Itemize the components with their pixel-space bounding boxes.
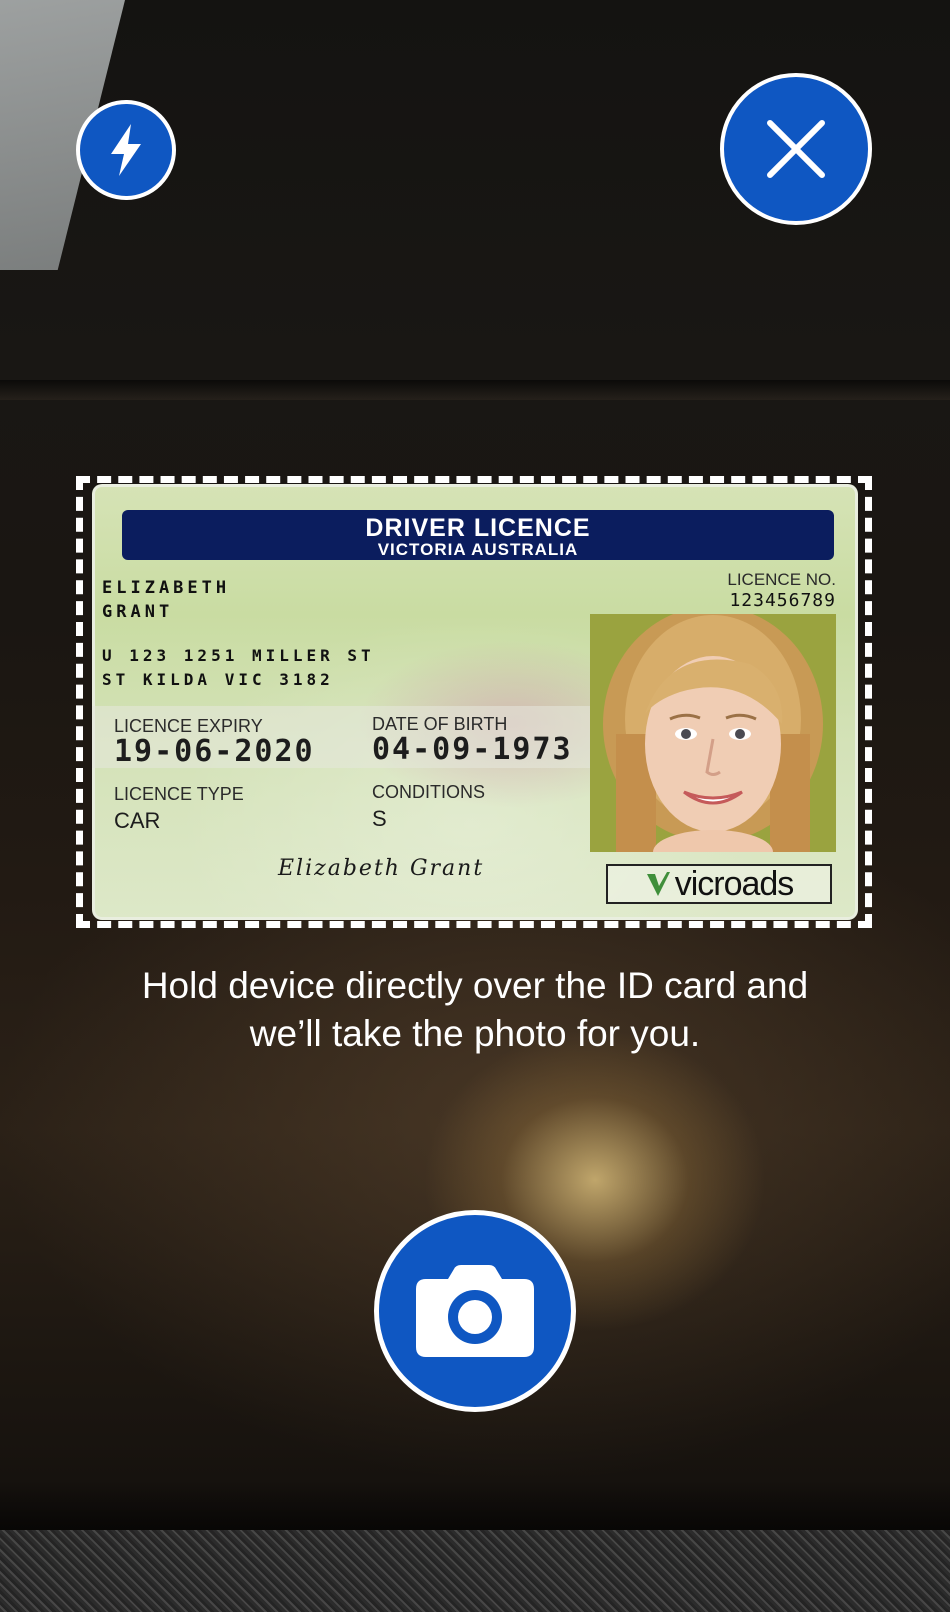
conditions-value: S: [372, 806, 387, 831]
holder-photo: [590, 614, 836, 852]
dob-value: 04-09-1973: [372, 732, 573, 767]
address-line-2: ST KILDA VIC 3182: [102, 670, 334, 689]
licence-number-label: LICENCE NO.: [727, 570, 836, 589]
holder-first-name: ELIZABETH: [102, 578, 231, 598]
capture-button[interactable]: [374, 1210, 576, 1412]
vicroads-text: vicroads: [674, 865, 795, 903]
background-table-edge: [0, 1480, 950, 1530]
address-line-1: U 123 1251 MILLER ST: [102, 646, 375, 665]
card-subtitle: VICTORIA AUSTRALIA: [377, 540, 579, 559]
id-card: DRIVER LICENCE VICTORIA AUSTRALIA LICENC…: [92, 484, 858, 920]
close-button[interactable]: [720, 73, 872, 225]
holder-address: U 123 1251 MILLER ST ST KILDA VIC 3182: [102, 644, 375, 692]
conditions-label: CONDITIONS: [372, 782, 486, 802]
vicroads-mark-icon: [646, 872, 670, 896]
instruction-text: Hold device directly over the ID card an…: [0, 962, 950, 1058]
card-title: DRIVER LICENCE: [365, 514, 591, 542]
expiry-value: 19-06-2020: [114, 734, 315, 769]
licence-type-value: CAR: [114, 808, 161, 833]
flash-button[interactable]: [76, 100, 176, 200]
licence-number: 123456789: [729, 590, 836, 611]
background-carpet: [0, 1530, 950, 1612]
face-portrait: [603, 614, 823, 852]
licence-type-label: LICENCE TYPE: [114, 784, 244, 804]
holder-name: ELIZABETH GRANT: [102, 576, 230, 624]
background-plank-seam: [0, 380, 950, 400]
instruction-line-2: we’ll take the photo for you.: [249, 1013, 701, 1054]
vicroads-logo: vicroads: [606, 864, 832, 904]
lightning-bolt-icon: [111, 124, 141, 176]
instruction-line-1: Hold device directly over the ID card an…: [141, 965, 809, 1006]
camera-icon: [416, 1265, 534, 1357]
card-header: DRIVER LICENCE VICTORIA AUSTRALIA: [122, 510, 834, 560]
close-icon: [767, 120, 825, 178]
holder-last-name: GRANT: [102, 602, 174, 622]
signature: Elizabeth Grant: [278, 856, 485, 881]
